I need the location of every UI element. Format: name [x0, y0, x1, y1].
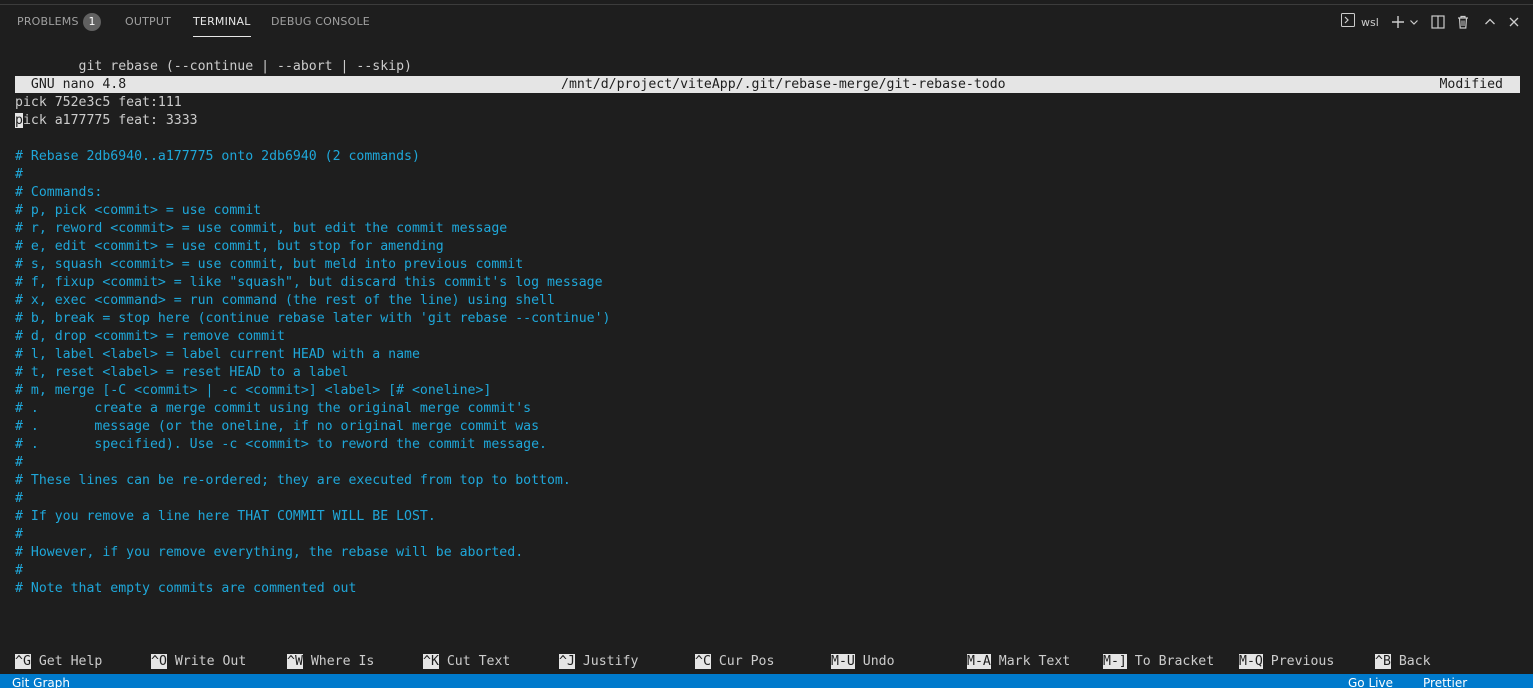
nano-shortcut-key: M-A — [967, 654, 991, 669]
nano-shortcut[interactable]: ^O Write Out — [151, 653, 246, 671]
comment-line: # These lines can be re-ordered; they ar… — [15, 473, 571, 488]
nano-shortcut-key: ^G — [15, 654, 31, 669]
feedback-icon[interactable] — [1483, 675, 1512, 688]
nano-shortcut-key: ^K — [423, 654, 439, 669]
git-commit-icon[interactable] — [84, 675, 111, 688]
split-icon[interactable] — [1428, 10, 1448, 34]
nano-shortcut-label: Cut Text — [438, 654, 511, 669]
nano-shortcut[interactable]: M-Q Previous — [1239, 653, 1334, 671]
trash-icon[interactable] — [1453, 10, 1473, 34]
text-cursor: p — [15, 113, 23, 128]
comment-line: # l, label <label> = label current HEAD … — [15, 347, 420, 362]
comment-line: # p, pick <commit> = use commit — [15, 203, 262, 218]
comment-line: # . specified). Use -c <commit> to rewor… — [15, 437, 547, 452]
comment-line: # s, squash <commit> = use commit, but m… — [15, 257, 524, 272]
terminal-line-prev: git rebase (--continue | --abort | --ski… — [15, 59, 412, 74]
nano-shortcut-label: Write Out — [166, 654, 247, 669]
todo-line-2: pick a177775 feat: 3333 — [15, 112, 1520, 130]
nano-shortcut-label: Back — [1390, 654, 1431, 669]
comment-line: # . create a merge commit using the orig… — [15, 401, 532, 416]
terminal-icon — [1340, 12, 1356, 32]
nano-shortcut[interactable]: M-] To Bracket — [1103, 653, 1214, 671]
comment-line: # e, edit <commit> = use commit, but sto… — [15, 239, 444, 254]
comment-line — [15, 130, 1520, 148]
comment-line: # r, reword <commit> = use commit, but e… — [15, 221, 508, 236]
nano-shortcut-key: ^B — [1375, 654, 1391, 669]
nano-shortcut[interactable]: ^B Back — [1375, 653, 1431, 671]
nano-shortcut-label: Undo — [854, 654, 895, 669]
tab-terminal[interactable]: TERMINAL — [193, 15, 251, 37]
nano-title-bar: GNU nano 4.8 /mnt/d/project/viteApp/.git… — [15, 76, 1520, 93]
nano-shortcut[interactable]: ^G Get Help — [15, 653, 102, 671]
nano-shortcut-label: Justify — [574, 654, 639, 669]
comment-block: # Rebase 2db6940..a177775 onto 2db6940 (… — [15, 130, 1520, 598]
nano-shortcut-key: ^J — [559, 654, 575, 669]
nano-status: Modified — [1439, 77, 1503, 92]
nano-shortcut-key: M-] — [1103, 654, 1127, 669]
todo-line-1: pick 752e3c5 feat:111 — [15, 95, 182, 110]
panel-header: PROBLEMS 1 OUTPUT TERMINAL DEBUG CONSOLE… — [0, 0, 1533, 44]
nano-shortcut-key: ^C — [695, 654, 711, 669]
notifications-icon[interactable] — [1512, 675, 1533, 688]
terminal-icon[interactable] — [1299, 675, 1328, 688]
prettier-button[interactable]: Prettier — [1423, 676, 1467, 688]
panel-border — [0, 4, 1533, 5]
todo-line-2-text: ick a177775 feat: 3333 — [22, 113, 198, 128]
nano-shortcut-key: M-Q — [1239, 654, 1263, 669]
close-icon[interactable] — [1504, 10, 1524, 34]
nano-shortcut[interactable]: ^K Cut Text — [423, 653, 510, 671]
comment-line: # f, fixup <commit> = like "squash", but… — [15, 275, 603, 290]
nano-shortcut[interactable]: ^C Cur Pos — [695, 653, 774, 671]
comment-line: # Commands: — [15, 185, 103, 200]
comment-line: # If you remove a line here THAT COMMIT … — [15, 509, 436, 524]
status-bar: Git Graph Go Live Prettier — [0, 674, 1533, 688]
nano-shortcuts: ^G Get Help ^O Write Out ^W Where Is ^K Cut… — [15, 653, 1520, 671]
chevron-down-icon[interactable] — [1407, 10, 1421, 34]
comment-line: # — [15, 563, 23, 578]
nano-version: GNU nano 4.8 — [15, 77, 127, 92]
nano-shortcut-label: Mark Text — [990, 654, 1071, 669]
nano-shortcut[interactable]: ^W Where Is — [287, 653, 374, 671]
problems-count-badge: 1 — [83, 13, 101, 31]
nano-shortcut-label: Where Is — [302, 654, 375, 669]
comment-line: # t, reset <label> = reset HEAD to a lab… — [15, 365, 349, 380]
tab-output[interactable]: OUTPUT — [125, 15, 171, 37]
terminal-name: wsl — [1361, 15, 1379, 29]
nano-shortcut-label: Get Help — [30, 654, 103, 669]
git-graph-button[interactable]: Git Graph — [12, 676, 70, 688]
comment-line: # Note that empty commits are commented … — [15, 581, 357, 596]
comment-line: # d, drop <commit> = remove commit — [15, 329, 285, 344]
tab-problems[interactable]: PROBLEMS — [17, 15, 79, 37]
nano-shortcut-label: Previous — [1262, 654, 1335, 669]
nano-shortcut-key: ^O — [151, 654, 167, 669]
comment-line: # x, exec <command> = run command (the r… — [15, 293, 555, 308]
terminal-selector[interactable]: wsl — [1340, 10, 1388, 34]
comment-line: # — [15, 491, 23, 506]
nano-shortcut-label: Cur Pos — [710, 654, 775, 669]
nano-shortcut[interactable]: M-A Mark Text — [967, 653, 1070, 671]
chevron-up-icon[interactable] — [1480, 10, 1500, 34]
comment-line: # However, if you remove everything, the… — [15, 545, 524, 560]
nano-file-path: /mnt/d/project/viteApp/.git/rebase-merge… — [561, 77, 1006, 92]
nano-shortcut[interactable]: M-U Undo — [831, 653, 895, 671]
nano-shortcut[interactable]: ^J Justify — [559, 653, 638, 671]
tab-debug-console[interactable]: DEBUG CONSOLE — [271, 15, 370, 37]
comment-line: # b, break = stop here (continue rebase … — [15, 311, 611, 326]
nano-shortcut-label: To Bracket — [1126, 654, 1215, 669]
comment-line: # m, merge [-C <commit> | -c <commit>] <… — [15, 383, 492, 398]
comment-line: # . message (or the oneline, if no origi… — [15, 419, 540, 434]
go-live-button[interactable]: Go Live — [1348, 676, 1393, 688]
comment-line: # — [15, 527, 23, 542]
nano-shortcut-key: M-U — [831, 654, 855, 669]
terminal-content[interactable]: git rebase (--continue | --abort | --ski… — [15, 58, 1520, 598]
plus-icon[interactable] — [1388, 10, 1408, 34]
nano-shortcut-key: ^W — [287, 654, 303, 669]
panel-actions: wsl — [1336, 10, 1526, 34]
comment-line: # — [15, 167, 23, 182]
comment-line: # Rebase 2db6940..a177775 onto 2db6940 (… — [15, 149, 420, 164]
comment-line: # — [15, 455, 23, 470]
